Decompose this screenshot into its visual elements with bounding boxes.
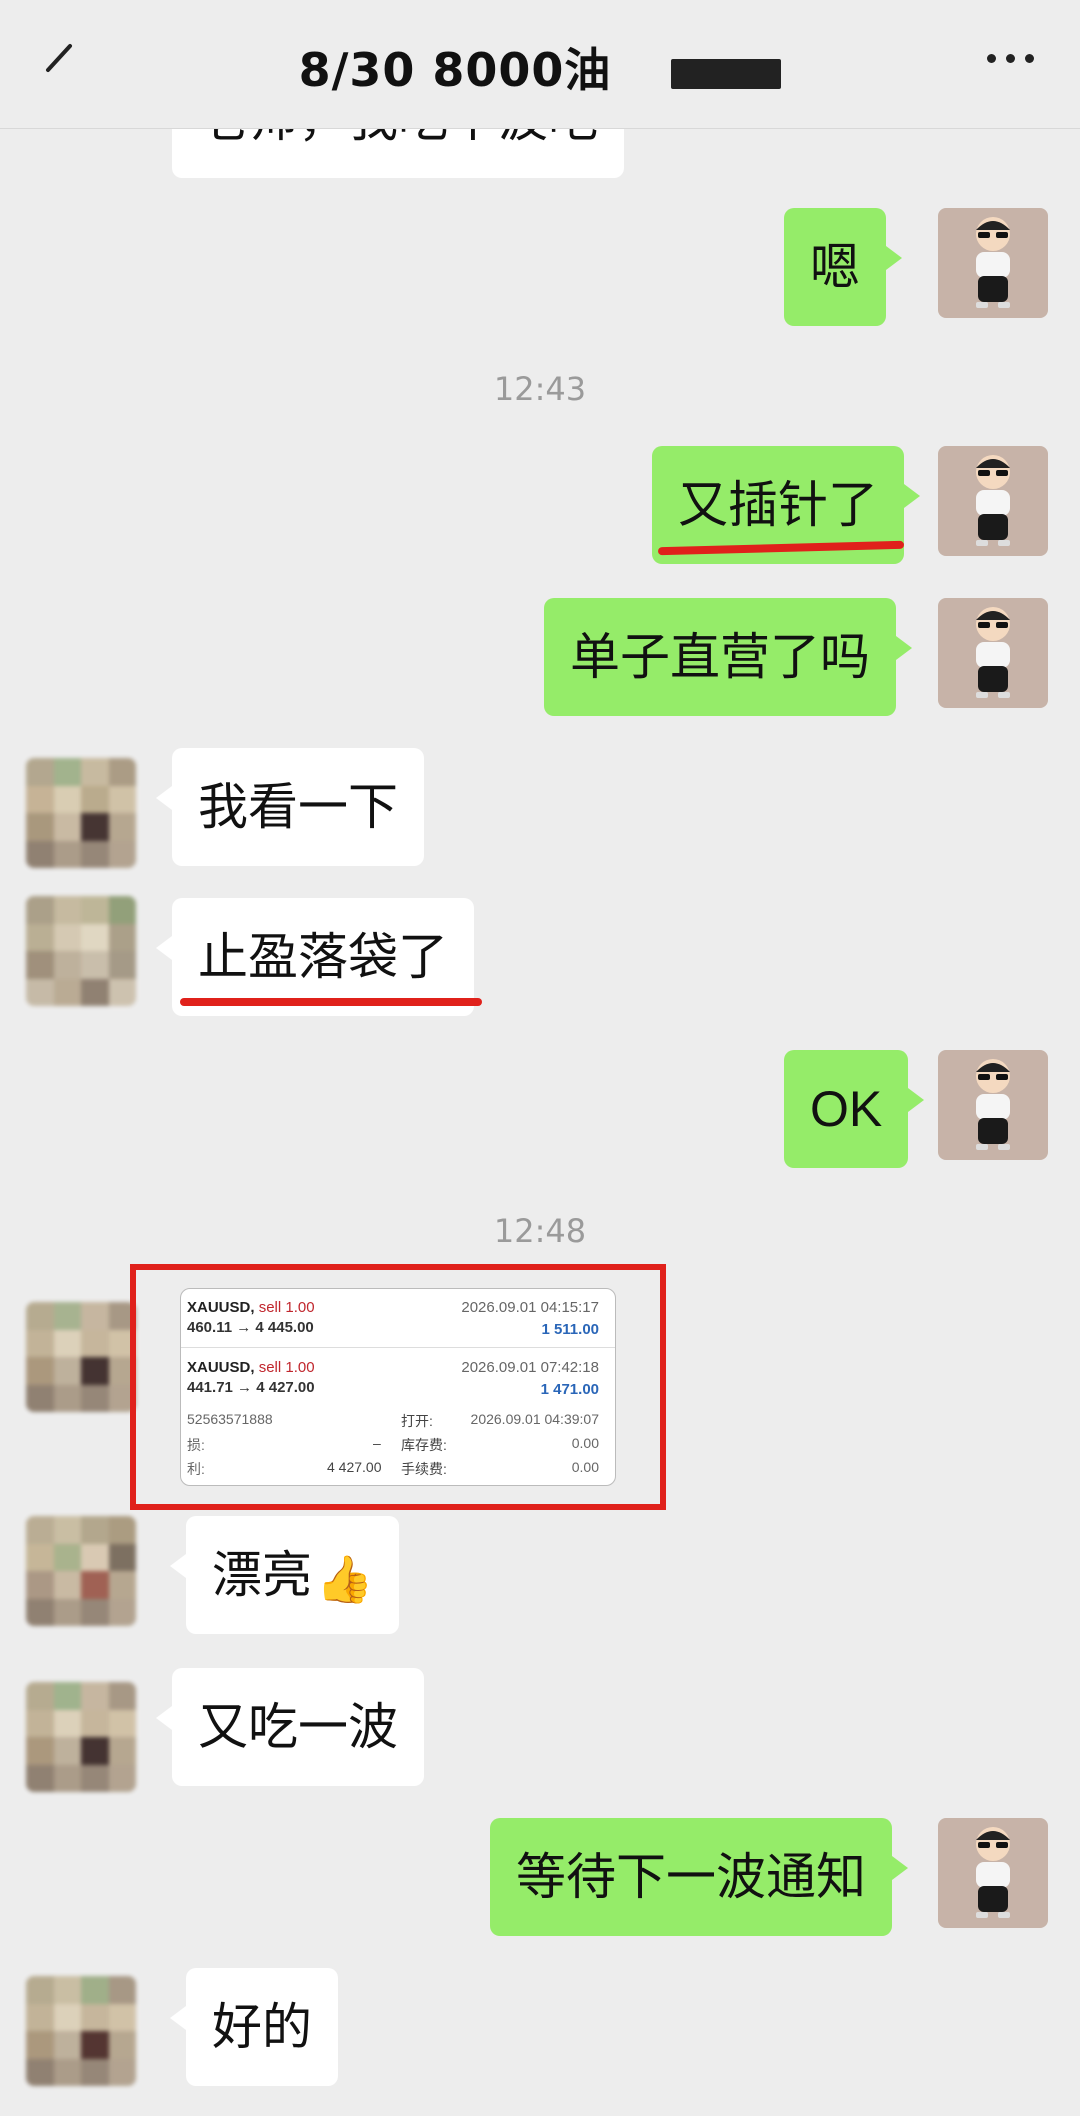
contact-avatar[interactable] — [26, 1976, 136, 2086]
open-label: 打开: — [401, 1413, 433, 1429]
message-text: 又插针了 — [678, 476, 878, 534]
message-text: OK — [810, 1081, 883, 1137]
message-text: 漂亮 — [212, 1546, 312, 1604]
order2-time: 2026.09.01 07:42:18 — [461, 1359, 599, 1376]
swap-label: 库存费: — [401, 1437, 447, 1453]
chat-title-text: 8/30 8000油 — [298, 43, 612, 97]
contact-avatar[interactable] — [26, 1516, 136, 1626]
thumbs-up-icon: 👍 — [316, 1551, 374, 1606]
tp-label: 利: — [187, 1461, 205, 1477]
chat-header: 8/30 8000油 — [0, 0, 1080, 129]
redacted-name — [671, 58, 782, 89]
message-bubble[interactable]: 我看一下 — [156, 748, 424, 866]
contact-avatar[interactable] — [26, 896, 136, 1006]
fee-value: 0.00 — [571, 1459, 599, 1475]
order2-side: sell 1.00 — [258, 1359, 315, 1376]
sl-value: – — [373, 1435, 381, 1451]
swap-value: 0.00 — [571, 1435, 599, 1451]
order1-profit: 1 511.00 — [541, 1321, 599, 1338]
more-icon[interactable] — [982, 44, 1042, 74]
my-avatar[interactable] — [938, 208, 1048, 318]
contact-avatar[interactable] — [26, 758, 136, 868]
message-text: 我看一下 — [198, 778, 398, 836]
red-underline-annotation — [180, 998, 482, 1006]
message-bubble[interactable]: OK — [784, 1050, 925, 1168]
timestamp: 12:48 — [493, 1212, 587, 1250]
message-bubble[interactable]: 好的 — [170, 1968, 338, 2086]
contact-avatar[interactable] — [26, 1682, 136, 1792]
message-text: 好的 — [212, 1998, 312, 2056]
order1-time: 2026.09.01 04:15:17 — [461, 1299, 599, 1316]
message-text: 止盈落袋了 — [198, 928, 448, 986]
order1-side: sell 1.00 — [258, 1299, 315, 1316]
order-id: 52563571888 — [187, 1411, 273, 1427]
message-bubble[interactable]: 漂亮👍 — [169, 1516, 400, 1634]
fee-label: 手续费: — [401, 1461, 447, 1477]
order2-prices: 441.71 → 4 427.00 — [187, 1379, 315, 1396]
message-text: 嗯 — [810, 238, 860, 296]
order1-symbol: XAUUSD, — [187, 1299, 255, 1316]
my-avatar[interactable] — [938, 1818, 1048, 1928]
chat-title: 8/30 8000油 — [0, 34, 1080, 100]
message-text: 又吃一波 — [198, 1698, 398, 1756]
message-text: 等待下一波通知 — [516, 1848, 866, 1906]
order1-prices: 460.11 → 4 445.00 — [187, 1319, 314, 1336]
contact-avatar[interactable] — [26, 1302, 136, 1412]
message-text: 单子直营了吗 — [570, 628, 870, 686]
my-avatar[interactable] — [938, 598, 1048, 708]
message-bubble[interactable]: 单子直营了吗 — [544, 598, 912, 716]
my-avatar[interactable] — [938, 1050, 1048, 1160]
trade-history-image[interactable]: XAUUSD, sell 1.00 2026.09.01 04:15:17 46… — [180, 1288, 616, 1486]
open-time: 2026.09.01 04:39:07 — [470, 1411, 599, 1427]
order2-symbol: XAUUSD, — [187, 1359, 255, 1376]
message-bubble[interactable]: 嗯 — [784, 208, 902, 326]
message-bubble[interactable]: 又吃一波 — [156, 1668, 424, 1786]
my-avatar[interactable] — [938, 446, 1048, 556]
message-bubble[interactable]: 等待下一波通知 — [490, 1818, 908, 1936]
sl-label: 损: — [187, 1437, 205, 1453]
tp-value: 4 427.00 — [327, 1459, 382, 1475]
order2-profit: 1 471.00 — [540, 1381, 599, 1398]
timestamp: 12:43 — [493, 370, 587, 408]
